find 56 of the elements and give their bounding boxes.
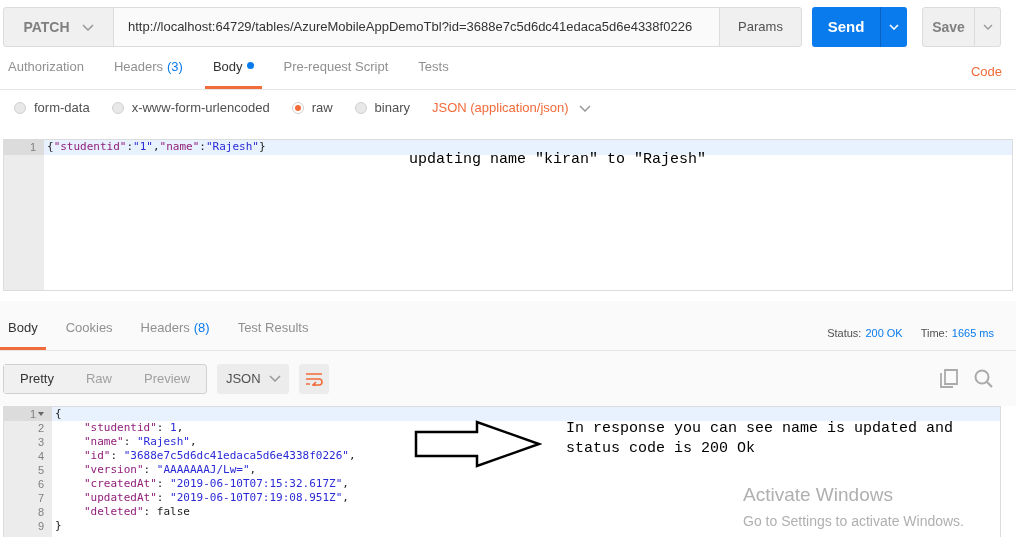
tab[interactable]: Headers (3) [105,57,191,89]
line-number: 8 [37,504,44,520]
tab[interactable]: Cookies [57,318,121,350]
annotation-text: In response you can see name is updated and status code is 200 Ok [566,419,955,459]
tab[interactable]: Authorization [0,57,92,89]
wrap-button[interactable] [299,363,330,394]
code-line: "id": "3688e7c5d6dc41edaca5d6e4338f0226", [83,447,356,464]
time-label: Time: [920,325,948,341]
send-button[interactable]: Send [812,7,880,47]
status-label: Status: [827,325,862,341]
search-icon[interactable] [974,369,993,388]
code-line: "version": "AAAAAAAJ/Lw=", [83,461,257,478]
code-line: "createdAt": "2019-06-10T07:15:32.617Z", [83,475,349,492]
line-number: 4 [37,448,44,464]
line-number: 1 [29,406,36,422]
code-line: "updatedAt": "2019-06-10T07:19:08.951Z", [83,489,349,506]
view-mode-tab[interactable]: Preview [128,364,207,393]
code-line: {"studentid":"1","name":"Rajesh"} [47,139,266,156]
tab[interactable]: Test Results [229,318,317,350]
code-line: } [55,517,62,534]
line-number: 3 [37,434,44,450]
radio-option[interactable]: raw [291,98,333,118]
line-number: 2 [37,420,44,436]
code-line: "deleted": false [83,503,190,520]
code-line: { [55,405,62,422]
tab[interactable]: Headers (8) [132,318,218,350]
radio-option[interactable]: binary [354,98,410,118]
wrap-lines-icon [305,371,324,386]
status-value: 200 OK [865,325,903,341]
radio-option[interactable]: form-data [14,98,90,118]
line-number: 5 [37,462,44,478]
line-number: 9 [37,518,44,534]
tab[interactable]: Body [204,57,262,89]
caret-icon [889,24,899,30]
send-options-button[interactable] [880,7,907,47]
activation-message: Go to Settings to activate Windows. [743,511,964,531]
caret-icon [578,104,591,112]
code-line: "studentid": 1, [83,419,184,436]
caret-icon [268,375,281,382]
caret-icon [982,24,993,30]
content-type-dropdown[interactable]: JSON (application/json) [432,98,591,118]
format-dropdown[interactable]: JSON [217,363,290,394]
tab[interactable]: Pre-request Script [275,57,397,89]
line-number: 6 [37,476,44,492]
line-number: 7 [37,490,44,506]
code-link[interactable]: Code [970,61,1002,81]
activation-title: Activate Windows [743,483,894,507]
copy-icon[interactable] [940,369,958,388]
radio-option[interactable]: x-www-form-urlencoded [111,98,270,118]
line-number: 1 [29,140,36,156]
code-line: "name": "Rajesh", [83,433,197,450]
fold-icon[interactable] [38,412,44,416]
time-value: 1665 ms [951,325,994,341]
tab[interactable]: Tests [410,57,457,89]
view-mode-tab[interactable]: Raw [69,364,128,393]
annotation-text: updating name "kiran" to "Rajesh" [409,150,707,170]
